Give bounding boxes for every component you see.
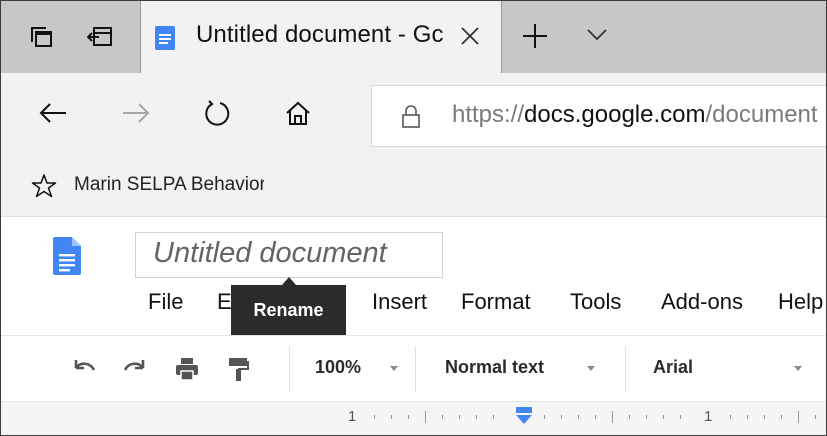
font-select[interactable]: Arial xyxy=(653,357,693,378)
tab-title: Untitled document - Gc xyxy=(196,21,444,48)
ruler-tick xyxy=(408,415,409,419)
zoom-select[interactable]: 100% xyxy=(315,357,361,378)
paragraph-style-select[interactable]: Normal text xyxy=(445,357,544,378)
ruler-tick xyxy=(798,411,799,423)
address-bar[interactable]: https://docs.google.com/document xyxy=(371,85,826,147)
google-docs-favicon-icon xyxy=(155,26,175,50)
url-host: docs.google.com xyxy=(524,101,706,128)
google-docs-logo-icon[interactable] xyxy=(53,237,81,280)
ruler-label: 1 xyxy=(348,408,357,425)
docs-menu-bar: File E Insert Format Tools Add-ons Help xyxy=(1,289,826,329)
docs-app: Untitled document File E Insert Format T… xyxy=(1,217,826,435)
new-tab-icon[interactable] xyxy=(520,21,550,56)
ruler-tick xyxy=(476,415,477,419)
ruler-tick xyxy=(730,415,731,419)
forward-arrow-icon xyxy=(121,101,151,130)
ruler-tick xyxy=(646,415,647,419)
undo-icon[interactable] xyxy=(72,356,98,385)
zoom-caret-icon xyxy=(390,366,398,371)
ruler-tick xyxy=(578,415,579,419)
navigation-bar: https://docs.google.com/document xyxy=(1,73,826,157)
menu-format[interactable]: Format xyxy=(461,289,531,315)
docs-toolbar: 100% Normal text Arial xyxy=(1,335,826,402)
indent-marker-icon[interactable] xyxy=(514,407,534,432)
ruler-tick xyxy=(391,415,392,419)
style-caret-icon xyxy=(587,366,595,371)
refresh-icon xyxy=(203,99,231,132)
ruler-tick xyxy=(561,415,562,419)
tab-untitled-document[interactable]: Untitled document - Gc xyxy=(140,1,502,73)
chevron-down-icon[interactable] xyxy=(586,25,608,50)
ruler-tick xyxy=(374,415,375,419)
home-icon xyxy=(284,100,312,131)
redo-icon[interactable] xyxy=(121,356,147,385)
back-arrow-icon xyxy=(38,101,68,130)
ruler-tick xyxy=(612,411,613,423)
ruler-tick xyxy=(544,415,545,419)
ruler-tick xyxy=(442,415,443,419)
ruler-tick xyxy=(629,415,630,419)
menu-tools[interactable]: Tools xyxy=(570,289,621,315)
home-button[interactable] xyxy=(284,73,312,157)
forward-button[interactable] xyxy=(121,73,151,157)
menu-edit[interactable]: E xyxy=(217,289,232,315)
ruler-tick xyxy=(493,415,494,419)
menu-insert[interactable]: Insert xyxy=(372,289,427,315)
document-title: Untitled document xyxy=(153,237,387,269)
ruler-tick xyxy=(595,415,596,419)
back-button[interactable] xyxy=(38,73,68,157)
tab-bar: Untitled document - Gc xyxy=(1,1,826,73)
ruler-label: 1 xyxy=(704,408,713,425)
ruler-tick xyxy=(459,415,460,419)
paint-format-icon[interactable] xyxy=(227,356,251,387)
document-title-input[interactable]: Untitled document xyxy=(135,232,443,278)
favorite-link-marin-selpa[interactable]: Marin SELPA Behavior xyxy=(74,174,264,196)
tooltip-arrow xyxy=(282,277,296,285)
ruler-tick xyxy=(425,411,426,423)
toolbar-divider xyxy=(415,346,416,392)
ruler-tick xyxy=(663,415,664,419)
favorites-bar: Marin SELPA Behavior xyxy=(1,157,826,217)
set-tabs-aside-button[interactable] xyxy=(74,1,126,73)
ruler-tick xyxy=(781,415,782,419)
ruler-tick xyxy=(815,415,816,419)
tab-actions-icon xyxy=(29,25,53,49)
ruler: 1 1 xyxy=(1,401,826,435)
tab-actions-button[interactable] xyxy=(15,1,67,73)
toolbar-divider xyxy=(289,346,290,392)
print-icon[interactable] xyxy=(174,356,200,387)
ruler-tick xyxy=(747,415,748,419)
lock-icon xyxy=(401,104,421,133)
menu-add-ons[interactable]: Add-ons xyxy=(661,289,743,315)
url-path: /document xyxy=(705,101,818,128)
ruler-tick xyxy=(764,415,765,419)
menu-help[interactable]: Help xyxy=(778,289,823,315)
refresh-button[interactable] xyxy=(203,73,231,157)
url-text: https://docs.google.com/document xyxy=(452,101,818,129)
menu-file[interactable]: File xyxy=(148,289,183,315)
ruler-tick xyxy=(680,415,681,419)
rename-tooltip: Rename xyxy=(231,285,346,335)
url-scheme: https:// xyxy=(452,101,525,128)
tab-close-icon[interactable] xyxy=(459,25,481,52)
toolbar-divider xyxy=(625,346,626,392)
set-tabs-aside-icon xyxy=(87,26,113,48)
browser-window: Untitled document - Gc https://docs.goog… xyxy=(0,0,827,436)
star-icon xyxy=(31,173,57,204)
font-caret-icon xyxy=(794,366,802,371)
